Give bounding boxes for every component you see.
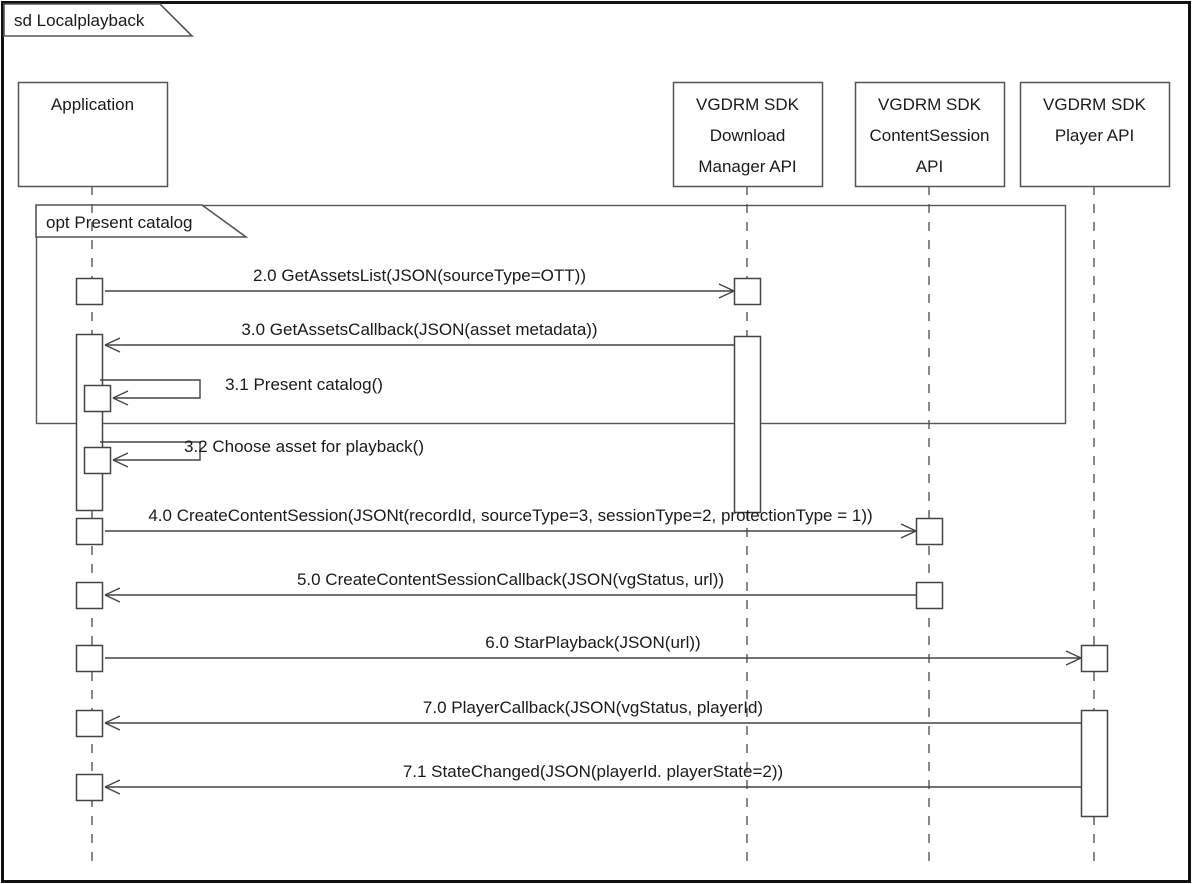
message-m4[interactable]: 4.0 CreateContentSession(JSONt(recordId,… — [105, 506, 917, 539]
message-label-m4: 4.0 CreateContentSession(JSONt(recordId,… — [148, 506, 872, 525]
combined-fragments-layer: opt Present catalog — [35, 204, 1067, 425]
frame-title-label: sd Localplayback — [14, 11, 145, 30]
lifeline-name-dlmgr-line-2: Manager API — [698, 157, 796, 176]
activation-bar-app-a7 — [75, 773, 104, 802]
message-label-m6: 6.0 StarPlayback(JSON(url)) — [485, 633, 700, 652]
sequence-diagram-canvas: sd Localplayback opt Present catalog App… — [0, 0, 1192, 884]
lifeline-name-session-line-0: VGDRM SDK — [878, 95, 982, 114]
activation-bar-cs-a1 — [915, 517, 944, 546]
activation-bar-dl-a2 — [733, 335, 762, 514]
message-m7[interactable]: 7.0 PlayerCallback(JSON(vgStatus, player… — [104, 698, 1081, 731]
message-m2[interactable]: 2.0 GetAssetsList(JSON(sourceType=OTT)) — [105, 266, 735, 299]
message-m31[interactable]: 3.1 Present catalog() — [100, 375, 383, 406]
message-m6[interactable]: 6.0 StarPlayback(JSON(url)) — [105, 633, 1082, 666]
activation-bar-app-a5 — [75, 644, 104, 673]
message-label-m7: 7.0 PlayerCallback(JSON(vgStatus, player… — [423, 698, 763, 717]
activation-bar-dl-a1 — [733, 277, 762, 306]
activation-bars-layer — [75, 277, 1109, 818]
message-label-m32: 3.2 Choose asset for playback() — [184, 437, 424, 456]
activation-bar-app-a2-n1 — [83, 384, 112, 413]
lifeline-name-dlmgr-line-0: VGDRM SDK — [696, 95, 800, 114]
message-m3[interactable]: 3.0 GetAssetsCallback(JSON(asset metadat… — [104, 320, 734, 353]
activation-bar-app-a1 — [75, 277, 104, 306]
activation-bar-cs-a2 — [915, 581, 944, 610]
combined-fragment-opt: opt Present catalog — [35, 204, 1067, 425]
message-m71[interactable]: 7.1 StateChanged(JSON(playerId. playerSt… — [104, 762, 1081, 795]
fragment-boundary — [35, 204, 1067, 425]
lifeline-name-session-line-1: ContentSession — [869, 126, 989, 145]
message-m32[interactable]: 3.2 Choose asset for playback() — [100, 437, 424, 468]
message-line-m31 — [100, 379, 201, 399]
message-label-m5: 5.0 CreateContentSessionCallback(JSON(vg… — [297, 570, 724, 589]
activation-bar-pl-a2 — [1080, 709, 1109, 818]
activation-bar-app-a3 — [75, 517, 104, 546]
message-label-m2: 2.0 GetAssetsList(JSON(sourceType=OTT)) — [253, 266, 586, 285]
lifeline-name-player-line-1: Player API — [1055, 126, 1134, 145]
activation-bar-app-a6 — [75, 709, 104, 738]
message-label-m3: 3.0 GetAssetsCallback(JSON(asset metadat… — [241, 320, 597, 339]
sequence-diagram-svg: sd Localplayback opt Present catalog App… — [1, 1, 1191, 883]
fragment-operator-label: opt Present catalog — [46, 213, 192, 232]
lifeline-name-session-line-2: API — [916, 157, 943, 176]
activation-bar-pl-a1 — [1080, 644, 1109, 673]
activation-bar-app-a2 — [75, 333, 104, 512]
message-label-m71: 7.1 StateChanged(JSON(playerId. playerSt… — [403, 762, 783, 781]
lifelines-layer: Application VGDRM SDK Download Manager API V… — [17, 81, 1171, 863]
message-label-m31: 3.1 Present catalog() — [225, 375, 383, 394]
lifeline-name-dlmgr-line-1: Download — [710, 126, 786, 145]
activation-bar-app-a2-n2 — [83, 446, 112, 475]
activation-bar-app-a4 — [75, 581, 104, 610]
message-m5[interactable]: 5.0 CreateContentSessionCallback(JSON(vg… — [104, 570, 916, 603]
lifeline-name-player-line-0: VGDRM SDK — [1043, 95, 1147, 114]
lifeline-session[interactable]: VGDRM SDK ContentSession API — [854, 81, 1006, 863]
lifeline-name-app-line-0: Application — [51, 95, 134, 114]
